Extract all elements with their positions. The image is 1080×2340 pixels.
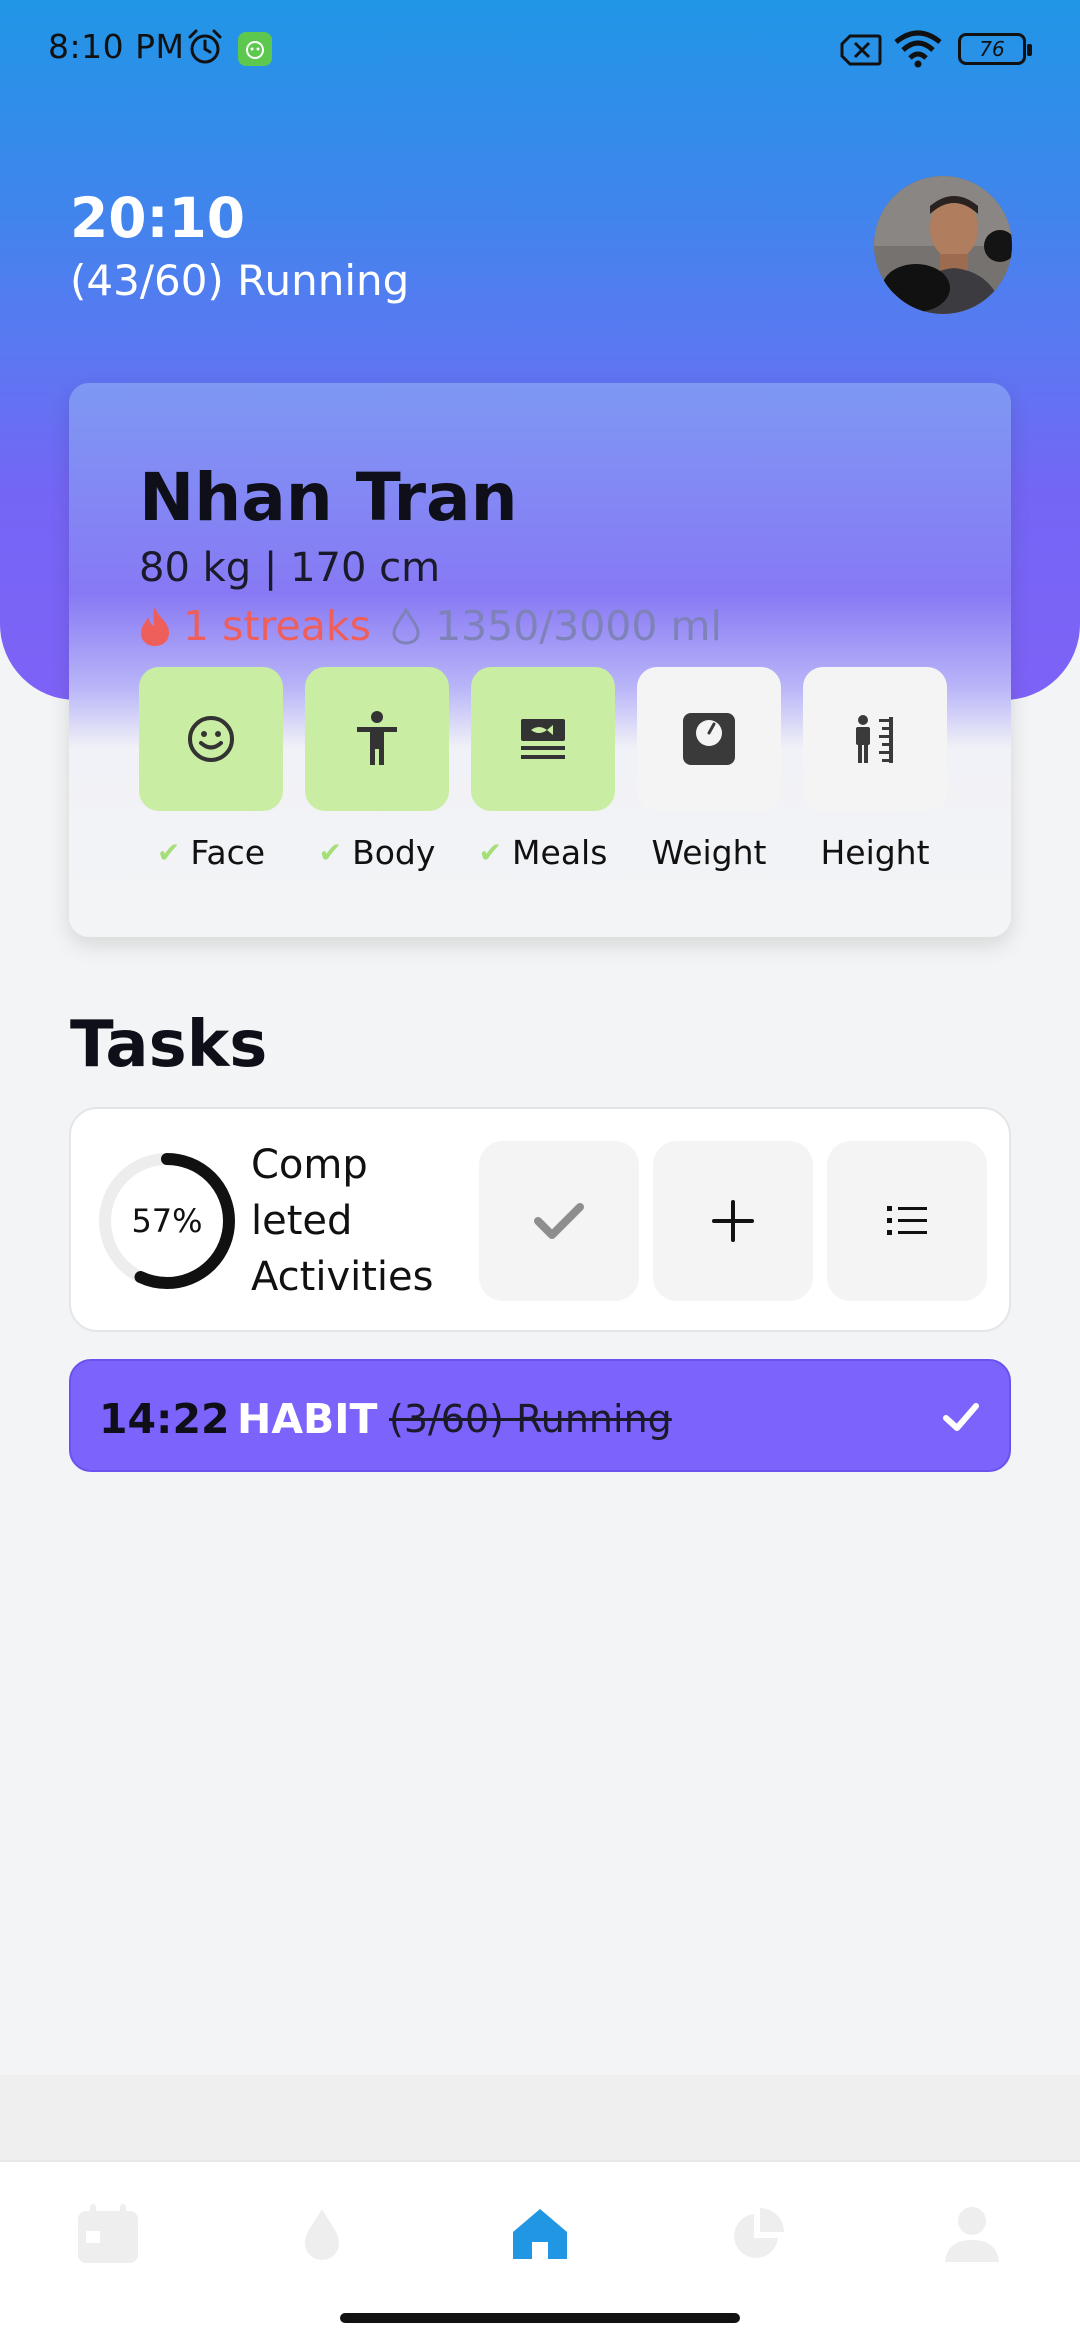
water-intake: 1350/3000 ml — [434, 602, 722, 650]
complete-task-button[interactable] — [479, 1141, 639, 1301]
height-check-button[interactable] — [803, 667, 947, 811]
user-avatar[interactable] — [874, 176, 1012, 314]
body-check-button[interactable] — [305, 667, 449, 811]
profile-name: Nhan Tran — [139, 459, 518, 536]
streak-row: 1 streaks 1350/3000 ml — [139, 601, 722, 651]
face-icon — [188, 716, 234, 762]
meals-check-button[interactable] — [471, 667, 615, 811]
status-time: 8:10 PM — [48, 27, 185, 66]
user-avatar-photo — [874, 176, 1012, 314]
nav-profile[interactable] — [940, 2202, 1004, 2266]
face-check-label: ✔ Face — [156, 833, 266, 872]
face-check-button[interactable] — [139, 667, 283, 811]
completed-activities-label: Comp leted Activities — [251, 1142, 434, 1300]
home-icon — [513, 2209, 567, 2259]
progress-percent: 57% — [131, 1202, 203, 1240]
habit-done-check-icon[interactable] — [941, 1397, 981, 1437]
profile-icon — [945, 2207, 999, 2262]
wifi-icon — [894, 30, 942, 68]
meals-icon — [521, 719, 565, 759]
done-check-icon: ✔ — [318, 836, 343, 869]
calendar-icon — [78, 2204, 138, 2263]
nav-calendar[interactable] — [76, 2202, 140, 2266]
water-drop-icon — [392, 607, 420, 645]
habit-time: 14:22 — [99, 1395, 230, 1443]
weight-check-label: Weight — [651, 833, 767, 872]
task-list-button[interactable] — [827, 1141, 987, 1301]
body-icon — [357, 711, 397, 765]
battery-icon: 76 — [958, 33, 1032, 65]
profile-stats: 80 kg | 170 cm — [139, 545, 441, 591]
weight-check-button[interactable] — [637, 667, 781, 811]
list-icon — [887, 1206, 927, 1235]
nav-statistics[interactable] — [726, 2202, 790, 2266]
content-bottom-area — [0, 2075, 1080, 2160]
streak-count: 1 streaks — [183, 602, 371, 650]
app-notification-icon — [238, 32, 272, 66]
habit-title: (3/60) Running — [389, 1397, 672, 1441]
fire-icon — [141, 607, 169, 646]
height-icon — [856, 715, 893, 763]
pie-chart-icon — [734, 2208, 784, 2258]
water-drop-icon — [305, 2209, 339, 2260]
meals-check-label: ✔ Meals — [478, 833, 608, 872]
done-check-icon: ✔ — [478, 836, 503, 869]
tasks-summary-card: 57% Comp leted Activities — [69, 1107, 1011, 1332]
current-activity: (43/60) Running — [70, 256, 410, 305]
daily-checks: ✔ Face ✔ Body ✔ Meals Weight Height — [139, 667, 949, 877]
done-check-icon: ✔ — [156, 836, 181, 869]
habit-task-item[interactable]: 14:22 HABIT (3/60) Running — [69, 1359, 1011, 1472]
tasks-title: Tasks — [70, 1008, 268, 1082]
no-sim-icon — [840, 34, 882, 66]
home-indicator[interactable] — [340, 2313, 740, 2323]
scale-icon — [683, 713, 735, 765]
height-check-label: Height — [820, 833, 930, 872]
check-icon — [534, 1203, 584, 1239]
habit-tag: HABIT — [237, 1395, 378, 1443]
nav-home[interactable] — [508, 2202, 572, 2266]
current-clock: 20:10 — [70, 186, 246, 250]
body-check-label: ✔ Body — [318, 833, 436, 872]
nav-water[interactable] — [290, 2202, 354, 2266]
plus-icon — [712, 1200, 754, 1242]
alarm-icon — [188, 29, 222, 64]
status-bar: 8:10 PM 76 — [0, 0, 1080, 100]
profile-card: Nhan Tran 80 kg | 170 cm 1 streaks 1350/… — [69, 383, 1011, 937]
add-task-button[interactable] — [653, 1141, 813, 1301]
